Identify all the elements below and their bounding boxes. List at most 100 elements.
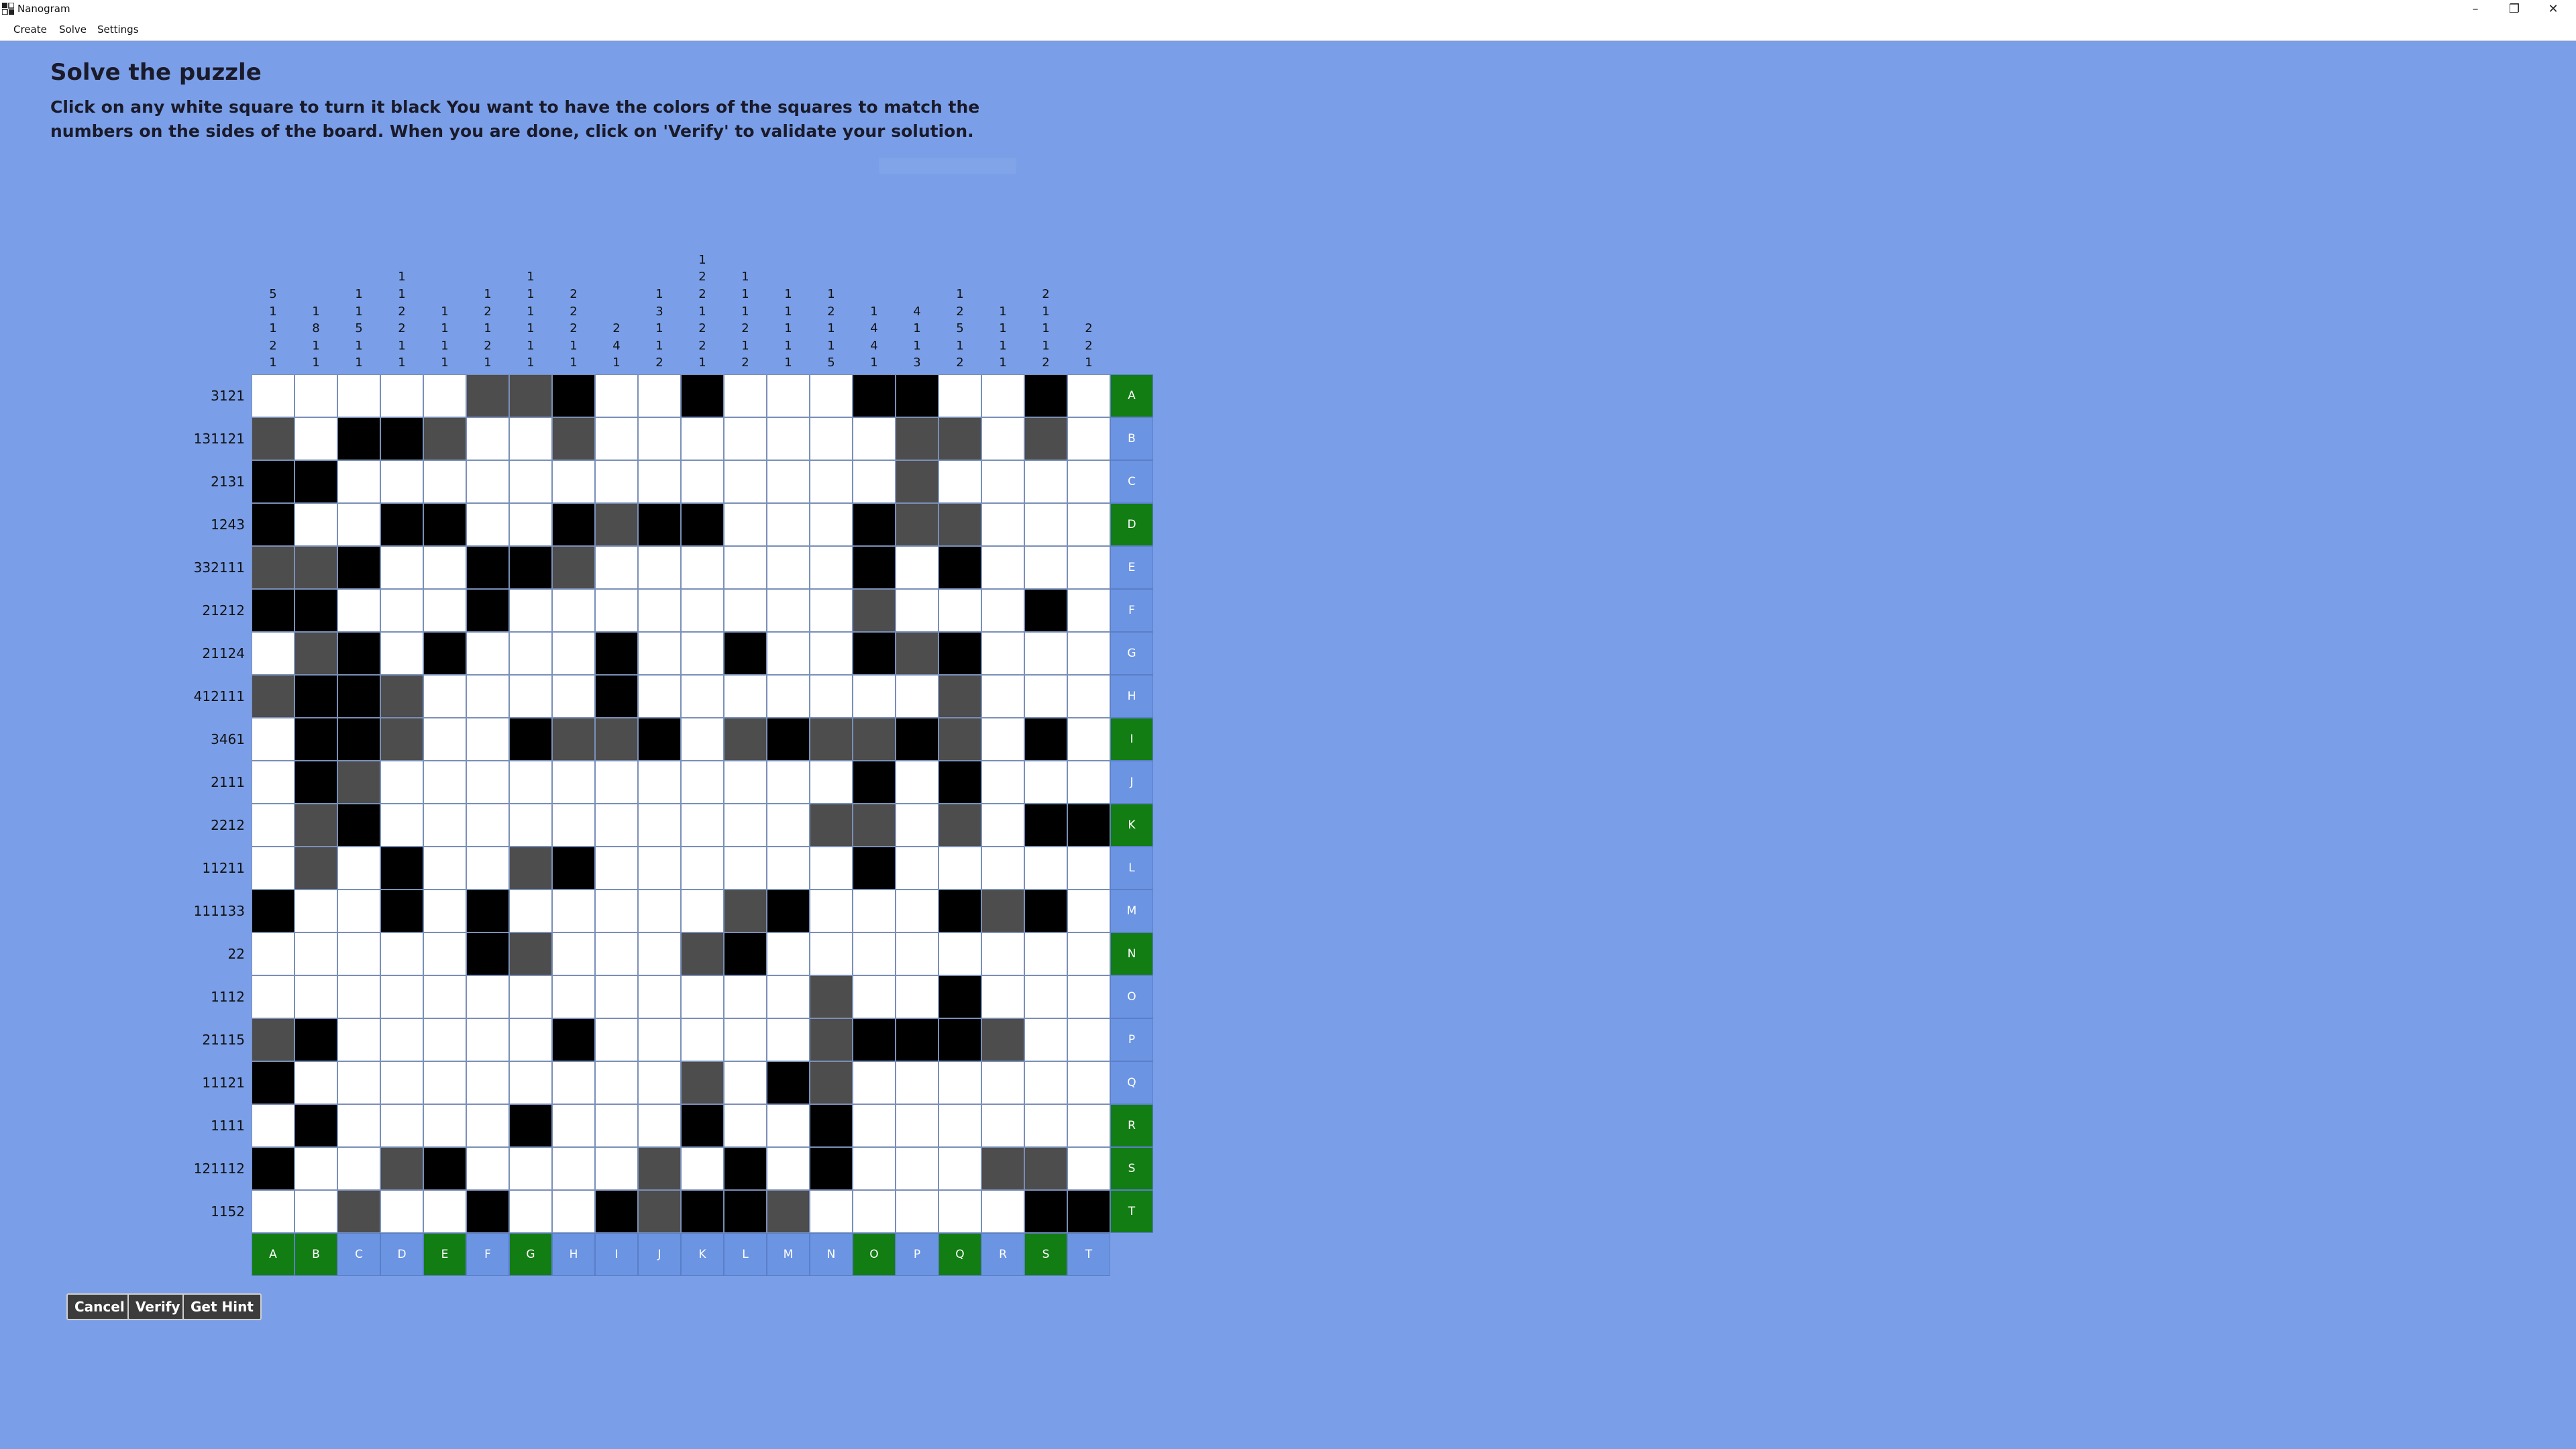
grid-cell-HN[interactable] bbox=[810, 675, 853, 718]
grid-cell-DF[interactable] bbox=[466, 503, 509, 546]
grid-cell-SB[interactable] bbox=[294, 1147, 337, 1190]
grid-cell-GC[interactable] bbox=[337, 632, 380, 675]
grid-cell-PL[interactable] bbox=[724, 1018, 767, 1061]
grid-cell-CT[interactable] bbox=[1067, 460, 1110, 503]
grid-cell-NH[interactable] bbox=[552, 932, 595, 975]
grid-cell-QQ[interactable] bbox=[938, 1061, 981, 1104]
grid-cell-OE[interactable] bbox=[423, 975, 466, 1018]
grid-cell-LH[interactable] bbox=[552, 847, 595, 890]
grid-cell-RO[interactable] bbox=[853, 1104, 896, 1147]
grid-cell-OR[interactable] bbox=[981, 975, 1024, 1018]
grid-cell-FF[interactable] bbox=[466, 589, 509, 632]
grid-cell-OA[interactable] bbox=[252, 975, 294, 1018]
grid-cell-CQ[interactable] bbox=[938, 460, 981, 503]
grid-cell-IG[interactable] bbox=[509, 718, 552, 761]
grid-cell-BE[interactable] bbox=[423, 417, 466, 460]
grid-cell-EI[interactable] bbox=[595, 546, 638, 589]
grid-cell-EE[interactable] bbox=[423, 546, 466, 589]
grid-cell-TG[interactable] bbox=[509, 1190, 552, 1233]
grid-cell-BN[interactable] bbox=[810, 417, 853, 460]
grid-cell-QS[interactable] bbox=[1024, 1061, 1067, 1104]
grid-cell-AD[interactable] bbox=[380, 374, 423, 417]
grid-cell-HB[interactable] bbox=[294, 675, 337, 718]
grid-cell-JG[interactable] bbox=[509, 761, 552, 804]
grid-cell-MP[interactable] bbox=[896, 890, 938, 932]
grid-cell-BF[interactable] bbox=[466, 417, 509, 460]
grid-cell-SM[interactable] bbox=[767, 1147, 810, 1190]
grid-cell-GF[interactable] bbox=[466, 632, 509, 675]
grid-cell-RK[interactable] bbox=[681, 1104, 724, 1147]
grid-cell-PK[interactable] bbox=[681, 1018, 724, 1061]
grid-cell-JA[interactable] bbox=[252, 761, 294, 804]
grid-cell-BA[interactable] bbox=[252, 417, 294, 460]
grid-cell-NF[interactable] bbox=[466, 932, 509, 975]
grid-cell-OB[interactable] bbox=[294, 975, 337, 1018]
grid-cell-CB[interactable] bbox=[294, 460, 337, 503]
grid-cell-SK[interactable] bbox=[681, 1147, 724, 1190]
grid-cell-SC[interactable] bbox=[337, 1147, 380, 1190]
grid-cell-RS[interactable] bbox=[1024, 1104, 1067, 1147]
grid-cell-LQ[interactable] bbox=[938, 847, 981, 890]
grid-cell-ED[interactable] bbox=[380, 546, 423, 589]
grid-cell-BJ[interactable] bbox=[638, 417, 681, 460]
grid-cell-CE[interactable] bbox=[423, 460, 466, 503]
grid-cell-IP[interactable] bbox=[896, 718, 938, 761]
grid-cell-AF[interactable] bbox=[466, 374, 509, 417]
grid-cell-RC[interactable] bbox=[337, 1104, 380, 1147]
grid-cell-FR[interactable] bbox=[981, 589, 1024, 632]
grid-cell-IK[interactable] bbox=[681, 718, 724, 761]
grid-cell-CC[interactable] bbox=[337, 460, 380, 503]
grid-cell-TN[interactable] bbox=[810, 1190, 853, 1233]
grid-cell-CS[interactable] bbox=[1024, 460, 1067, 503]
grid-cell-OP[interactable] bbox=[896, 975, 938, 1018]
grid-cell-CP[interactable] bbox=[896, 460, 938, 503]
grid-cell-AT[interactable] bbox=[1067, 374, 1110, 417]
grid-cell-TM[interactable] bbox=[767, 1190, 810, 1233]
grid-cell-LA[interactable] bbox=[252, 847, 294, 890]
grid-cell-PP[interactable] bbox=[896, 1018, 938, 1061]
grid-cell-BD[interactable] bbox=[380, 417, 423, 460]
grid-cell-HJ[interactable] bbox=[638, 675, 681, 718]
grid-cell-TP[interactable] bbox=[896, 1190, 938, 1233]
grid-cell-GR[interactable] bbox=[981, 632, 1024, 675]
grid-cell-MH[interactable] bbox=[552, 890, 595, 932]
grid-cell-ME[interactable] bbox=[423, 890, 466, 932]
grid-cell-PJ[interactable] bbox=[638, 1018, 681, 1061]
grid-cell-EB[interactable] bbox=[294, 546, 337, 589]
grid-cell-HK[interactable] bbox=[681, 675, 724, 718]
grid-cell-HP[interactable] bbox=[896, 675, 938, 718]
grid-cell-FK[interactable] bbox=[681, 589, 724, 632]
grid-cell-PR[interactable] bbox=[981, 1018, 1024, 1061]
grid-cell-TS[interactable] bbox=[1024, 1190, 1067, 1233]
grid-cell-OI[interactable] bbox=[595, 975, 638, 1018]
grid-cell-CM[interactable] bbox=[767, 460, 810, 503]
grid-cell-FJ[interactable] bbox=[638, 589, 681, 632]
grid-cell-TL[interactable] bbox=[724, 1190, 767, 1233]
grid-cell-LM[interactable] bbox=[767, 847, 810, 890]
grid-cell-EJ[interactable] bbox=[638, 546, 681, 589]
grid-cell-SE[interactable] bbox=[423, 1147, 466, 1190]
grid-cell-IR[interactable] bbox=[981, 718, 1024, 761]
grid-cell-SA[interactable] bbox=[252, 1147, 294, 1190]
grid-cell-HL[interactable] bbox=[724, 675, 767, 718]
verify-button[interactable]: Verify bbox=[127, 1293, 189, 1320]
grid-cell-GT[interactable] bbox=[1067, 632, 1110, 675]
grid-cell-LE[interactable] bbox=[423, 847, 466, 890]
grid-cell-NP[interactable] bbox=[896, 932, 938, 975]
grid-cell-DM[interactable] bbox=[767, 503, 810, 546]
grid-cell-QG[interactable] bbox=[509, 1061, 552, 1104]
grid-cell-QI[interactable] bbox=[595, 1061, 638, 1104]
grid-cell-IO[interactable] bbox=[853, 718, 896, 761]
grid-cell-IE[interactable] bbox=[423, 718, 466, 761]
grid-cell-JI[interactable] bbox=[595, 761, 638, 804]
grid-cell-SJ[interactable] bbox=[638, 1147, 681, 1190]
grid-cell-RD[interactable] bbox=[380, 1104, 423, 1147]
grid-cell-QH[interactable] bbox=[552, 1061, 595, 1104]
grid-cell-NR[interactable] bbox=[981, 932, 1024, 975]
grid-cell-FC[interactable] bbox=[337, 589, 380, 632]
grid-cell-CA[interactable] bbox=[252, 460, 294, 503]
grid-cell-GK[interactable] bbox=[681, 632, 724, 675]
grid-cell-DD[interactable] bbox=[380, 503, 423, 546]
grid-cell-DI[interactable] bbox=[595, 503, 638, 546]
grid-cell-CD[interactable] bbox=[380, 460, 423, 503]
